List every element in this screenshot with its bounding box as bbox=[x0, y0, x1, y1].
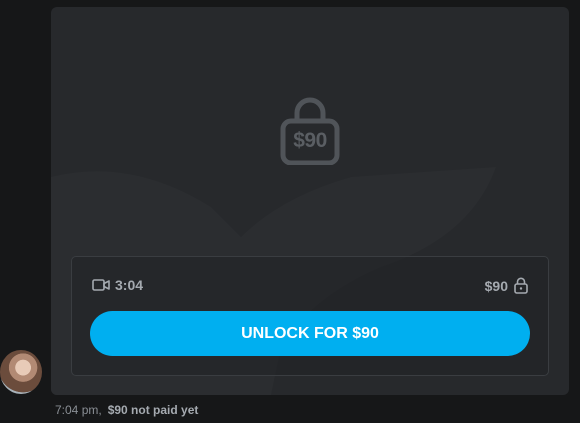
message-time: 7:04 pm, bbox=[55, 403, 102, 417]
unlock-button[interactable]: UNLOCK FOR $90 bbox=[90, 311, 530, 356]
duration-text: 3:04 bbox=[115, 277, 144, 293]
media-duration: 3:04 bbox=[92, 277, 143, 293]
lock-small-icon bbox=[514, 277, 528, 294]
locked-media-message: $90 3:04 $90 UNLOCK FOR $90 bbox=[51, 7, 569, 395]
price-tag: $90 bbox=[485, 277, 528, 294]
video-camera-icon bbox=[92, 279, 110, 291]
chat-page: $90 3:04 $90 UNLOCK FOR $90 7:04 pm, $90… bbox=[0, 0, 580, 423]
avatar[interactable] bbox=[0, 350, 42, 394]
locked-content-badge: $90 bbox=[280, 93, 340, 166]
payment-status: $90 not paid yet bbox=[107, 403, 199, 417]
media-info-card: 3:04 $90 UNLOCK FOR $90 bbox=[71, 256, 549, 376]
price-text: $90 bbox=[484, 277, 508, 294]
message-meta: 7:04 pm, $90 not paid yet bbox=[55, 403, 198, 417]
locked-price-label: $90 bbox=[293, 129, 327, 152]
